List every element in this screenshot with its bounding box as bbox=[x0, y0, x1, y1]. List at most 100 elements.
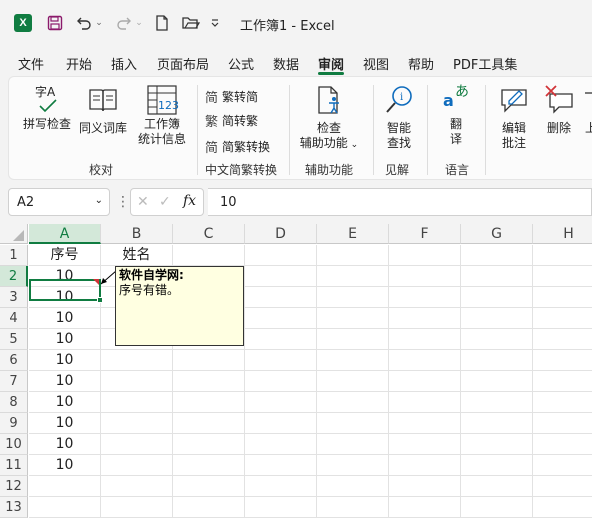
column-header-b[interactable]: B bbox=[101, 224, 173, 244]
tab-insert[interactable]: 插入 bbox=[111, 54, 137, 73]
cell-h6[interactable] bbox=[533, 350, 592, 371]
cell-h11[interactable] bbox=[533, 455, 592, 476]
row-header-6[interactable]: 6 bbox=[0, 350, 28, 371]
tab-pdf-tools[interactable]: PDF工具集 bbox=[453, 54, 517, 73]
cell-a13[interactable] bbox=[29, 497, 101, 518]
undo-dropdown-icon[interactable]: ⌄ bbox=[94, 12, 104, 34]
cell-h2[interactable] bbox=[533, 266, 592, 287]
tab-page-layout[interactable]: 页面布局 bbox=[157, 54, 209, 73]
cell-d7[interactable] bbox=[245, 371, 317, 392]
row-header-12[interactable]: 12 bbox=[0, 476, 28, 497]
cell-f5[interactable] bbox=[389, 329, 461, 350]
open-folder-icon[interactable] bbox=[180, 12, 202, 34]
redo-dropdown-icon[interactable]: ⌄ bbox=[134, 12, 144, 34]
cell-e5[interactable] bbox=[317, 329, 389, 350]
cell-d3[interactable] bbox=[245, 287, 317, 308]
cancel-entry-icon[interactable]: ✕ bbox=[137, 194, 149, 210]
cell-f8[interactable] bbox=[389, 392, 461, 413]
cell-e4[interactable] bbox=[317, 308, 389, 329]
cell-e12[interactable] bbox=[317, 476, 389, 497]
check-accessibility-button[interactable]: 检查 辅助功能 ⌄ bbox=[295, 85, 363, 153]
cell-g13[interactable] bbox=[461, 497, 533, 518]
cell-d2[interactable] bbox=[245, 266, 317, 287]
row-header-4[interactable]: 4 bbox=[0, 308, 28, 329]
tab-home[interactable]: 开始 bbox=[66, 54, 92, 73]
row-header-5[interactable]: 5 bbox=[0, 329, 28, 350]
column-header-e[interactable]: E bbox=[317, 224, 389, 244]
tab-data[interactable]: 数据 bbox=[273, 54, 299, 73]
name-box[interactable]: A2 ⌄ bbox=[8, 188, 110, 216]
cell-c13[interactable] bbox=[173, 497, 245, 518]
cell-g6[interactable] bbox=[461, 350, 533, 371]
cell-h13[interactable] bbox=[533, 497, 592, 518]
column-header-a[interactable]: A bbox=[29, 224, 101, 244]
previous-comment-button[interactable]: 上 bbox=[581, 85, 592, 136]
column-header-h[interactable]: H bbox=[533, 224, 592, 244]
cell-g7[interactable] bbox=[461, 371, 533, 392]
cell-f2[interactable] bbox=[389, 266, 461, 287]
select-all-corner[interactable] bbox=[0, 224, 28, 244]
cell-g4[interactable] bbox=[461, 308, 533, 329]
cell-g10[interactable] bbox=[461, 434, 533, 455]
cell-d11[interactable] bbox=[245, 455, 317, 476]
cell-c11[interactable] bbox=[173, 455, 245, 476]
cell-c8[interactable] bbox=[173, 392, 245, 413]
cell-d10[interactable] bbox=[245, 434, 317, 455]
undo-icon[interactable] bbox=[74, 12, 94, 34]
fill-handle[interactable] bbox=[97, 297, 103, 303]
cell-f13[interactable] bbox=[389, 497, 461, 518]
tab-file[interactable]: 文件 bbox=[18, 54, 44, 73]
cell-f3[interactable] bbox=[389, 287, 461, 308]
cell-h4[interactable] bbox=[533, 308, 592, 329]
confirm-entry-icon[interactable]: ✓ bbox=[159, 194, 171, 210]
cell-f12[interactable] bbox=[389, 476, 461, 497]
cell-e8[interactable] bbox=[317, 392, 389, 413]
row-header-1[interactable]: 1 bbox=[0, 245, 28, 266]
formula-input[interactable]: 10 bbox=[208, 188, 592, 216]
tab-formulas[interactable]: 公式 bbox=[228, 54, 254, 73]
tab-review[interactable]: 审阅 bbox=[318, 54, 344, 73]
cell-a4[interactable]: 10 bbox=[29, 308, 101, 329]
cell-e9[interactable] bbox=[317, 413, 389, 434]
simplified-to-traditional-button[interactable]: 繁 简转繁 bbox=[205, 111, 258, 130]
cell-a6[interactable]: 10 bbox=[29, 350, 101, 371]
cell-a11[interactable]: 10 bbox=[29, 455, 101, 476]
cell-d8[interactable] bbox=[245, 392, 317, 413]
cell-b6[interactable] bbox=[101, 350, 173, 371]
formula-bar-grip-icon[interactable]: ⋮ bbox=[116, 194, 130, 210]
cell-d12[interactable] bbox=[245, 476, 317, 497]
cell-e2[interactable] bbox=[317, 266, 389, 287]
cell-g3[interactable] bbox=[461, 287, 533, 308]
cell-e6[interactable] bbox=[317, 350, 389, 371]
cell-f6[interactable] bbox=[389, 350, 461, 371]
row-header-8[interactable]: 8 bbox=[0, 392, 28, 413]
tab-view[interactable]: 视图 bbox=[363, 54, 389, 73]
cell-c7[interactable] bbox=[173, 371, 245, 392]
cell-e10[interactable] bbox=[317, 434, 389, 455]
cell-a5[interactable]: 10 bbox=[29, 329, 101, 350]
column-header-f[interactable]: F bbox=[389, 224, 461, 244]
cell-d4[interactable] bbox=[245, 308, 317, 329]
customize-toolbar-icon[interactable] bbox=[208, 12, 222, 34]
cell-d1[interactable] bbox=[245, 245, 317, 266]
cell-c10[interactable] bbox=[173, 434, 245, 455]
cell-g5[interactable] bbox=[461, 329, 533, 350]
edit-comment-button[interactable]: 编辑 批注 bbox=[491, 85, 537, 151]
cell-a1[interactable]: 序号 bbox=[29, 245, 101, 266]
cell-e3[interactable] bbox=[317, 287, 389, 308]
cell-a10[interactable]: 10 bbox=[29, 434, 101, 455]
chinese-conversion-button[interactable]: 简 简繁转换 bbox=[205, 137, 270, 156]
cell-c1[interactable] bbox=[173, 245, 245, 266]
cell-b11[interactable] bbox=[101, 455, 173, 476]
cell-e11[interactable] bbox=[317, 455, 389, 476]
column-header-g[interactable]: G bbox=[461, 224, 533, 244]
row-header-7[interactable]: 7 bbox=[0, 371, 28, 392]
cell-b7[interactable] bbox=[101, 371, 173, 392]
cell-b9[interactable] bbox=[101, 413, 173, 434]
cell-g11[interactable] bbox=[461, 455, 533, 476]
name-box-dropdown-icon[interactable]: ⌄ bbox=[95, 195, 103, 206]
row-header-9[interactable]: 9 bbox=[0, 413, 28, 434]
redo-icon[interactable] bbox=[114, 12, 134, 34]
cell-b8[interactable] bbox=[101, 392, 173, 413]
cell-h1[interactable] bbox=[533, 245, 592, 266]
